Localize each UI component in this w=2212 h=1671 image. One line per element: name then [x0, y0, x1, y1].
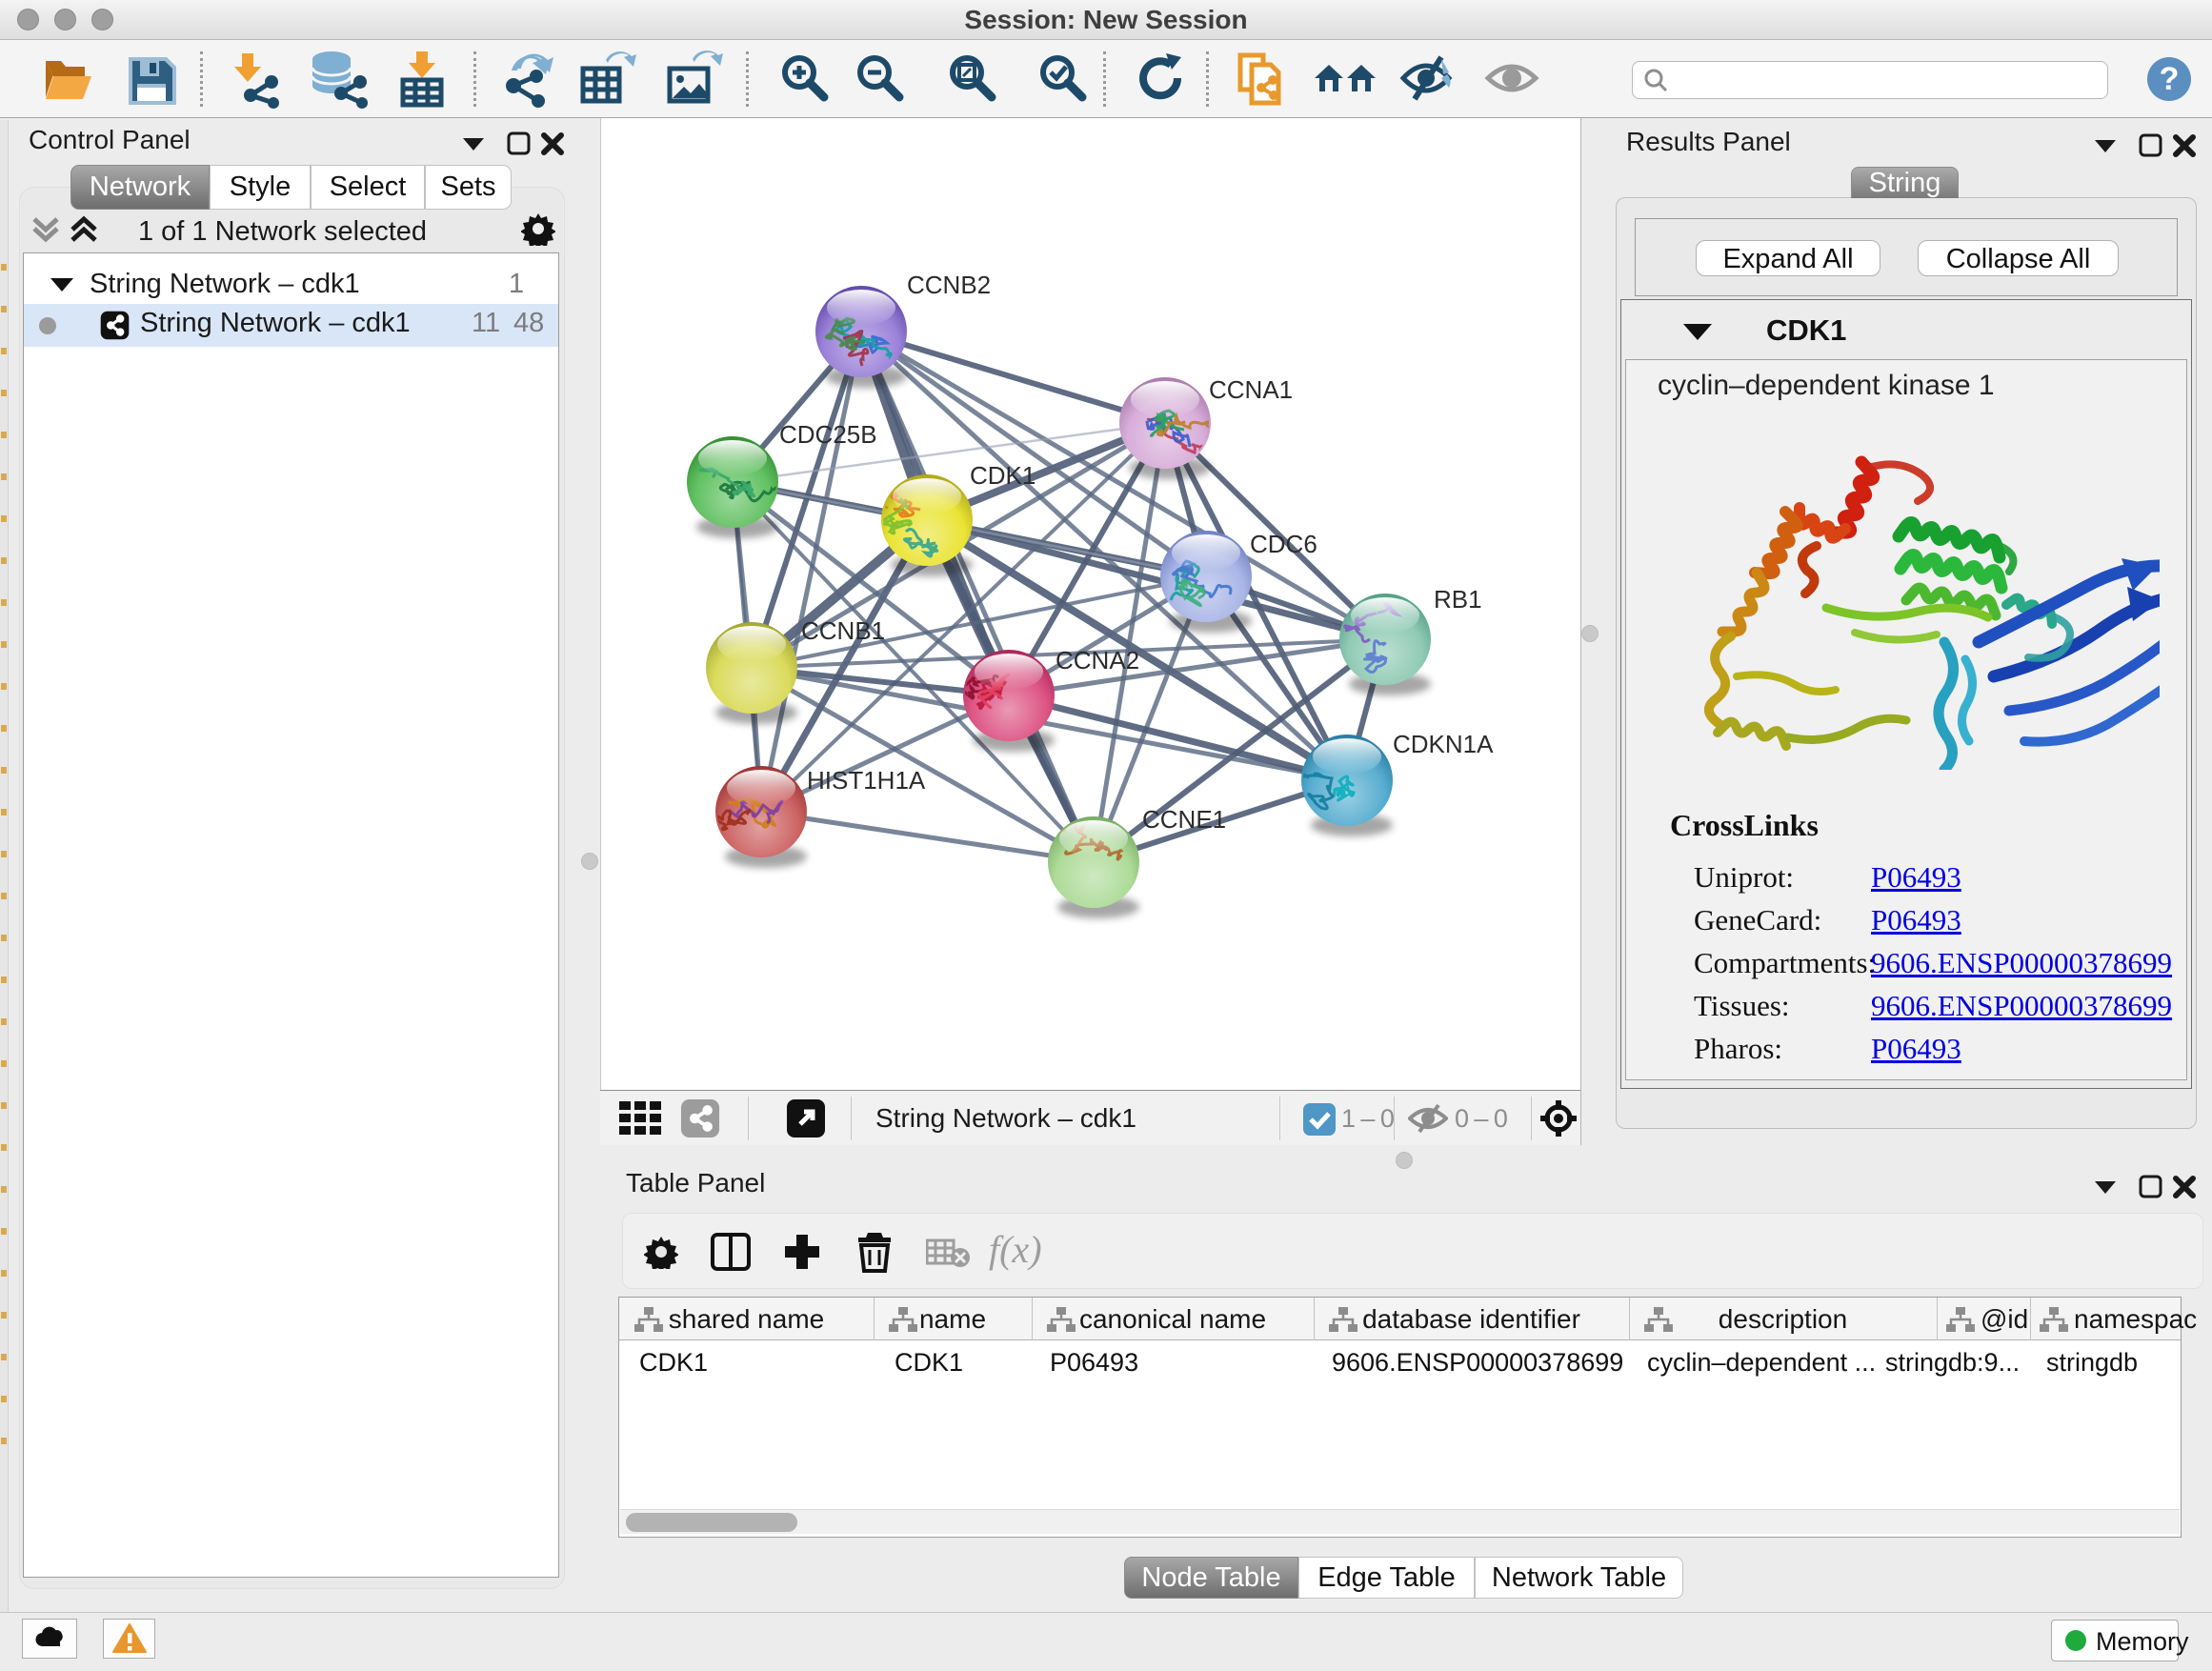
svg-text:RB1: RB1 — [1434, 585, 1482, 614]
svg-text:CDKN1A: CDKN1A — [1393, 730, 1494, 758]
svg-text:HIST1H1A: HIST1H1A — [807, 766, 926, 795]
svg-text:CDC6: CDC6 — [1250, 530, 1317, 558]
svg-text:CCNA1: CCNA1 — [1209, 375, 1293, 404]
svg-text:CCNA2: CCNA2 — [1056, 646, 1139, 674]
svg-text:CDC25B: CDC25B — [779, 420, 877, 449]
svg-text:CCNE1: CCNE1 — [1142, 805, 1226, 834]
svg-text:CCNB2: CCNB2 — [907, 271, 991, 299]
svg-text:CDK1: CDK1 — [970, 461, 1036, 490]
svg-text:CCNB1: CCNB1 — [801, 616, 885, 645]
